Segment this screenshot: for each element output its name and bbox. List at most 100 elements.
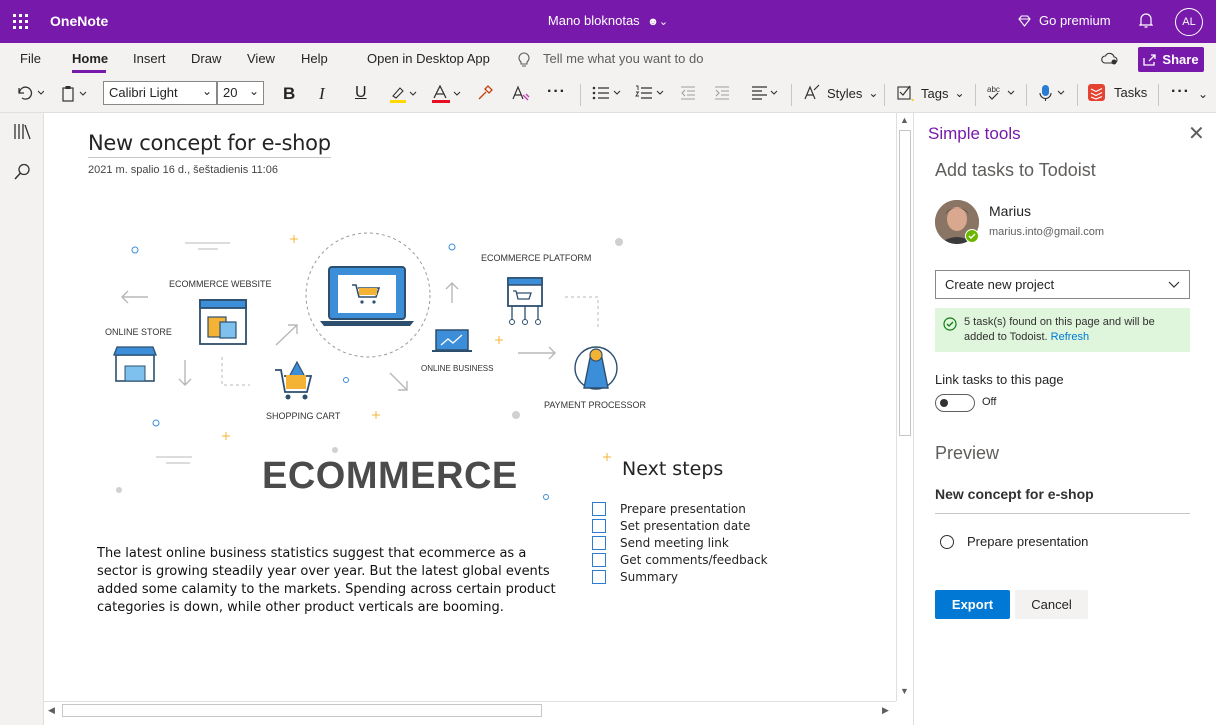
styles-icon <box>804 84 820 100</box>
lightbulb-icon <box>518 52 530 67</box>
tab-file[interactable]: File <box>20 51 41 66</box>
spelling-button[interactable]: abc <box>986 84 1020 102</box>
cancel-button[interactable]: Cancel <box>1015 590 1088 619</box>
todo-item[interactable]: Get comments/feedback <box>592 553 768 567</box>
horizontal-scroll-thumb[interactable] <box>62 704 542 717</box>
scroll-right-icon[interactable]: ▶ <box>882 705 889 716</box>
undo-button[interactable] <box>16 85 44 101</box>
notebook-name[interactable]: Mano bloknotas <box>548 13 640 28</box>
todo-checkbox[interactable] <box>592 502 606 516</box>
search-icon[interactable] <box>14 163 31 180</box>
scroll-left-icon[interactable]: ◀ <box>48 705 55 716</box>
clipboard-icon <box>62 86 87 102</box>
chevron-down-icon: ⌄ <box>248 84 259 98</box>
dictate-button[interactable] <box>1037 84 1069 102</box>
todo-checkbox[interactable] <box>592 553 606 567</box>
alignment-button[interactable] <box>751 85 783 101</box>
page-date: 2021 m. spalio 16 d., šeštadienis 11:06 <box>88 164 278 176</box>
horizontal-scrollbar[interactable]: ◀ ▶ <box>44 701 896 719</box>
toggle-state: Off <box>982 396 997 408</box>
font-size-select[interactable]: 20 ⌄ <box>217 81 264 105</box>
spellcheck-icon: abc <box>987 85 1015 100</box>
scroll-up-icon[interactable]: ▲ <box>900 115 909 125</box>
bullets-button[interactable] <box>592 85 626 101</box>
go-premium-label: Go premium <box>1039 13 1111 28</box>
tasks-button[interactable]: Tasks <box>1088 84 1147 101</box>
decrease-indent-button[interactable] <box>680 85 696 101</box>
user-email: marius.into@gmail.com <box>989 226 1105 238</box>
highlight-button[interactable] <box>389 85 419 103</box>
numbered-list-icon <box>635 85 664 99</box>
tab-home[interactable]: Home <box>72 51 108 66</box>
label-payment-processor: PAYMENT PROCESSOR <box>544 400 647 410</box>
toolbar-divider <box>580 84 581 106</box>
microphone-icon <box>1039 85 1065 101</box>
tags-button[interactable]: Tags ⌄ <box>897 84 965 102</box>
vertical-scroll-thumb[interactable] <box>899 130 911 436</box>
tag-checkbox-icon <box>897 85 915 102</box>
font-name-value: Calibri Light <box>109 85 178 100</box>
tell-me-search[interactable]: Tell me what you want to do <box>543 51 703 66</box>
chevron-down-icon: ⌄ <box>201 84 212 98</box>
underline-button[interactable]: U <box>355 84 367 102</box>
bell-icon[interactable] <box>1139 12 1153 29</box>
format-painter-button[interactable] <box>477 85 493 101</box>
todo-item[interactable]: Prepare presentation <box>592 502 746 516</box>
outdent-icon <box>681 86 695 100</box>
preview-title: New concept for e-shop <box>935 486 1094 502</box>
page-body-paragraph[interactable]: The latest online business statistics su… <box>97 545 557 617</box>
chevron-down-icon <box>1168 281 1180 288</box>
project-select[interactable]: Create new project <box>935 270 1190 299</box>
tab-draw[interactable]: Draw <box>191 51 221 66</box>
highlighter-icon <box>390 87 417 103</box>
font-name-select[interactable]: Calibri Light ⌄ <box>103 81 217 105</box>
next-steps-heading[interactable]: Next steps <box>622 458 723 480</box>
sync-cloud-icon[interactable] <box>1101 52 1119 66</box>
todo-checkbox[interactable] <box>592 536 606 550</box>
todo-checkbox[interactable] <box>592 570 606 584</box>
todo-text: Send meeting link <box>620 536 729 550</box>
todo-text: Set presentation date <box>620 519 751 533</box>
page-title[interactable]: New concept for e-shop <box>88 131 331 158</box>
todo-item[interactable]: Send meeting link <box>592 536 729 550</box>
numbering-button[interactable] <box>635 85 669 101</box>
chevron-down-icon: ⌄ <box>954 86 965 100</box>
scroll-down-icon[interactable]: ▼ <box>900 686 909 696</box>
vertical-scrollbar[interactable]: ▲ ▼ <box>896 113 913 701</box>
share-button[interactable]: Share <box>1138 47 1204 72</box>
more-options-button[interactable]: ··· <box>1171 83 1190 101</box>
todo-item[interactable]: Set presentation date <box>592 519 750 533</box>
radio-circle-icon[interactable] <box>940 534 954 549</box>
panel-subtitle: Add tasks to Todoist <box>935 160 1096 180</box>
increase-indent-button[interactable] <box>714 85 730 101</box>
collapse-ribbon-icon[interactable]: ⌄ <box>1198 87 1208 101</box>
share-label: Share <box>1162 52 1199 67</box>
user-avatar[interactable]: AL <box>1175 8 1203 36</box>
bold-button[interactable]: B <box>283 84 295 104</box>
export-button[interactable]: Export <box>935 590 1010 619</box>
clear-format-icon <box>512 85 530 101</box>
clipboard-button[interactable] <box>61 85 87 102</box>
tab-help[interactable]: Help <box>301 51 328 66</box>
toolbar-divider <box>1077 84 1078 106</box>
todo-checkbox[interactable] <box>592 519 606 533</box>
font-color-button[interactable] <box>431 85 463 103</box>
open-desktop-app-link[interactable]: Open in Desktop App <box>367 51 490 66</box>
todo-item[interactable]: Summary <box>592 570 678 584</box>
refresh-link[interactable]: Refresh <box>1051 331 1090 343</box>
italic-button[interactable]: I <box>319 84 325 104</box>
more-formatting-button[interactable]: ··· <box>547 83 566 101</box>
link-tasks-toggle[interactable] <box>935 394 975 412</box>
preview-task[interactable]: Prepare presentation <box>940 534 1088 549</box>
clear-formatting-button[interactable] <box>511 85 531 101</box>
close-icon[interactable]: ✕ <box>1188 121 1205 146</box>
people-icon[interactable]: ☻⌄ <box>647 16 668 28</box>
toolbar-divider <box>1158 84 1159 106</box>
tab-insert[interactable]: Insert <box>133 51 166 66</box>
label-shopping-cart: SHOPPING CART <box>266 411 341 421</box>
notebooks-icon[interactable] <box>14 123 32 140</box>
styles-button[interactable]: Styles ⌄ <box>803 84 878 102</box>
go-premium-button[interactable]: Go premium <box>1018 13 1111 28</box>
tab-view[interactable]: View <box>247 51 275 66</box>
share-icon <box>1143 53 1157 66</box>
